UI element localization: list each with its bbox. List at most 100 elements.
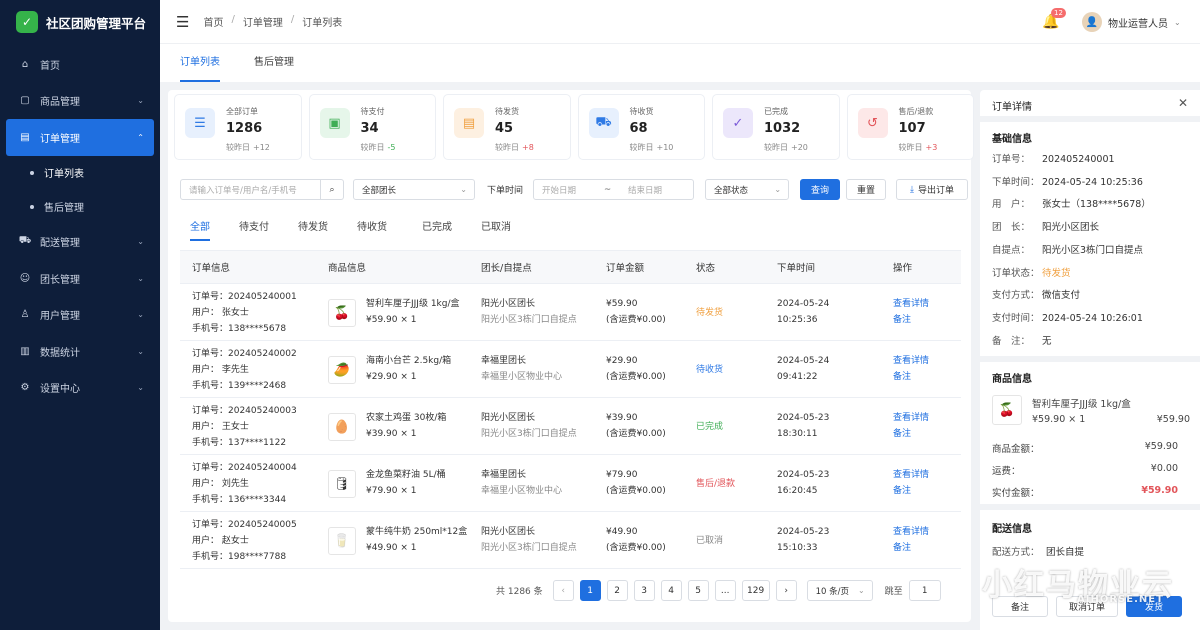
- page-button[interactable]: 3: [633, 580, 655, 601]
- page-ellipsis[interactable]: ...: [714, 580, 736, 601]
- export-button[interactable]: ⤓ 导出订单: [896, 179, 969, 200]
- view-detail-link[interactable]: 查看详情: [893, 353, 929, 369]
- view-detail-link[interactable]: 查看详情: [893, 296, 929, 312]
- section-title-goods: 商品信息: [992, 374, 1032, 385]
- page-button[interactable]: 129: [741, 580, 770, 601]
- divider: [980, 356, 1200, 362]
- stat-card[interactable]: ⛟ 待收货 68 较昨日 +10: [577, 94, 705, 160]
- stat-card[interactable]: ▣ 待支付 34 较昨日 -5: [308, 94, 436, 160]
- sidebar-item-orders[interactable]: ▤ 订单管理 ⌃: [6, 119, 154, 156]
- breadcrumb-home[interactable]: 首页: [203, 14, 223, 29]
- sidebar-item-delivery[interactable]: ⛟ 配送管理 ⌄: [0, 224, 160, 261]
- status-tab-unpaid[interactable]: 待支付: [239, 218, 269, 241]
- stat-value: 1032: [764, 121, 801, 136]
- sidebar-item-settings[interactable]: ⚙ 设置中心 ⌄: [0, 370, 160, 407]
- sidebar-item-home[interactable]: ⌂ 首页: [0, 46, 160, 83]
- stat-card[interactable]: ✓ 已完成 1032 较昨日 +20: [712, 94, 840, 160]
- page-button[interactable]: 1: [579, 580, 601, 601]
- stat-compare-label: 较昨日: [898, 143, 923, 152]
- avatar: 👤: [1082, 12, 1102, 32]
- page-size-select[interactable]: 10 条/页 ⌄: [806, 580, 873, 601]
- user-menu[interactable]: 👤 物业运营人员 ⌄: [1082, 12, 1181, 32]
- amount-cell: ¥79.90 (含运费¥0.00): [606, 467, 666, 499]
- detail-key: 订单状态：: [992, 267, 1040, 279]
- view-detail-link[interactable]: 查看详情: [893, 467, 929, 483]
- page-button[interactable]: 2: [606, 580, 628, 601]
- page-button[interactable]: 4: [660, 580, 682, 601]
- shipping-fee: (含运费¥0.00): [606, 315, 666, 325]
- sidebar-subitem-order-list[interactable]: 订单列表: [0, 156, 160, 190]
- next-page-button[interactable]: ›: [775, 580, 797, 601]
- stat-delta: +20: [791, 143, 808, 152]
- stat-card[interactable]: ↺ 售后/退款 107 较昨日 +3: [846, 94, 974, 160]
- order-detail-panel: 订单详情 ✕ 基础信息 订单号： 202405240001 下单时间： 2024-05…: [980, 90, 1200, 630]
- status-tab-completed[interactable]: 已完成: [422, 218, 452, 241]
- product-qty: ¥29.90 × 1: [366, 372, 417, 382]
- product-thumbnail: 🍒: [328, 299, 356, 327]
- detail-value: 202405240001: [1042, 154, 1115, 165]
- product-name: 蒙牛纯牛奶 250ml*12盒: [366, 527, 468, 537]
- close-icon[interactable]: ✕: [1178, 96, 1188, 110]
- view-detail-link[interactable]: 查看详情: [893, 524, 929, 540]
- amount-cell: ¥39.90 (含运费¥0.00): [606, 410, 666, 442]
- range-separator: ~: [604, 184, 612, 195]
- order-time: 09:41:22: [777, 372, 818, 382]
- remark-link[interactable]: 备注: [893, 312, 929, 328]
- search-input[interactable]: 请输入订单号/用户名/手机号: [180, 179, 321, 200]
- stat-delta: +8: [522, 143, 534, 152]
- chevron-down-icon: ⌄: [774, 185, 782, 194]
- remark-link[interactable]: 备注: [893, 369, 929, 385]
- date-range-picker[interactable]: 开始日期 ~ 结束日期: [533, 179, 695, 200]
- breadcrumb-orders[interactable]: 订单管理: [243, 14, 283, 29]
- goods-qty: ¥59.90 × 1: [1032, 414, 1086, 425]
- column-header: 订单金额: [606, 263, 645, 274]
- stat-card[interactable]: ▤ 待发货 45 较昨日 +8: [443, 94, 571, 160]
- page-button[interactable]: 5: [687, 580, 709, 601]
- home-icon: ⌂: [21, 58, 29, 70]
- stat-label: 已完成: [764, 107, 788, 116]
- tab-order-list[interactable]: 订单列表: [180, 44, 220, 82]
- tab-after-sales[interactable]: 售后管理: [254, 44, 294, 82]
- stat-card[interactable]: ☰ 全部订单 1286 较昨日 +12: [174, 94, 302, 160]
- leader-select-value: 全部团长: [362, 185, 397, 196]
- sidebar: ✓ 社区团购管理平台 ⌂ 首页 ▢ 商品管理 ⌄ ▤ 订单管理 ⌃ 订单列表 售后管理 ⛟…: [0, 0, 160, 630]
- status-select[interactable]: 全部状态 ⌄: [705, 179, 790, 200]
- actions-cell: 查看详情 备注: [893, 296, 929, 328]
- stat-compare-label: 较昨日: [629, 143, 654, 152]
- remark-link[interactable]: 备注: [893, 540, 929, 556]
- hamburger-menu-icon[interactable]: ☰: [176, 13, 189, 31]
- order-date: 2024-05-24: [777, 299, 830, 309]
- gear-icon: ⚙: [20, 382, 30, 394]
- sidebar-item-leaders[interactable]: ☺ 团长管理 ⌄: [0, 260, 160, 297]
- user-icon: ♙: [20, 309, 30, 321]
- reset-button[interactable]: 重置: [846, 179, 887, 200]
- remark-link[interactable]: 备注: [893, 483, 929, 499]
- product-qty: ¥39.90 × 1: [366, 429, 417, 439]
- leader-name: 阳光小区团长: [481, 413, 536, 423]
- sidebar-item-products[interactable]: ▢ 商品管理 ⌄: [0, 83, 160, 120]
- table-row: 订单号：202405240004 用户： 刘先生 手机号：136****3344 🛢 金…: [180, 455, 961, 512]
- order-user: 用户： 王女士: [192, 422, 249, 432]
- sidebar-item-stats[interactable]: ▥ 数据统计 ⌄: [0, 333, 160, 370]
- sidebar-item-users[interactable]: ♙ 用户管理 ⌄: [0, 297, 160, 334]
- stat-delta: -5: [387, 143, 396, 152]
- remark-link[interactable]: 备注: [893, 426, 929, 442]
- order-date: 2024-05-23: [777, 470, 830, 480]
- detail-key: 下单时间：: [992, 176, 1040, 188]
- status-tab-to-ship[interactable]: 待发货: [298, 218, 328, 241]
- detail-value: 待发货: [1042, 267, 1071, 279]
- prev-page-button[interactable]: ‹: [552, 580, 574, 601]
- status-tab-cancelled[interactable]: 已取消: [481, 218, 511, 241]
- notification-bell-icon[interactable]: 🔔 12: [1042, 8, 1066, 30]
- stat-compare: 较昨日 +10: [630, 142, 674, 153]
- leader-select[interactable]: 全部团长 ⌄: [353, 179, 475, 200]
- status-tab-all[interactable]: 全部: [190, 218, 210, 241]
- search-button[interactable]: ⌕: [321, 179, 344, 200]
- query-button[interactable]: 查询: [800, 179, 841, 200]
- shopping-bag-logo-icon: ✓: [16, 11, 38, 33]
- status-badge: 待发货: [696, 308, 724, 318]
- status-tab-to-receive[interactable]: 待收货: [357, 218, 387, 241]
- view-detail-link[interactable]: 查看详情: [893, 410, 929, 426]
- jump-page-input[interactable]: 1: [908, 580, 941, 601]
- sidebar-subitem-after-sales[interactable]: 售后管理: [0, 190, 160, 224]
